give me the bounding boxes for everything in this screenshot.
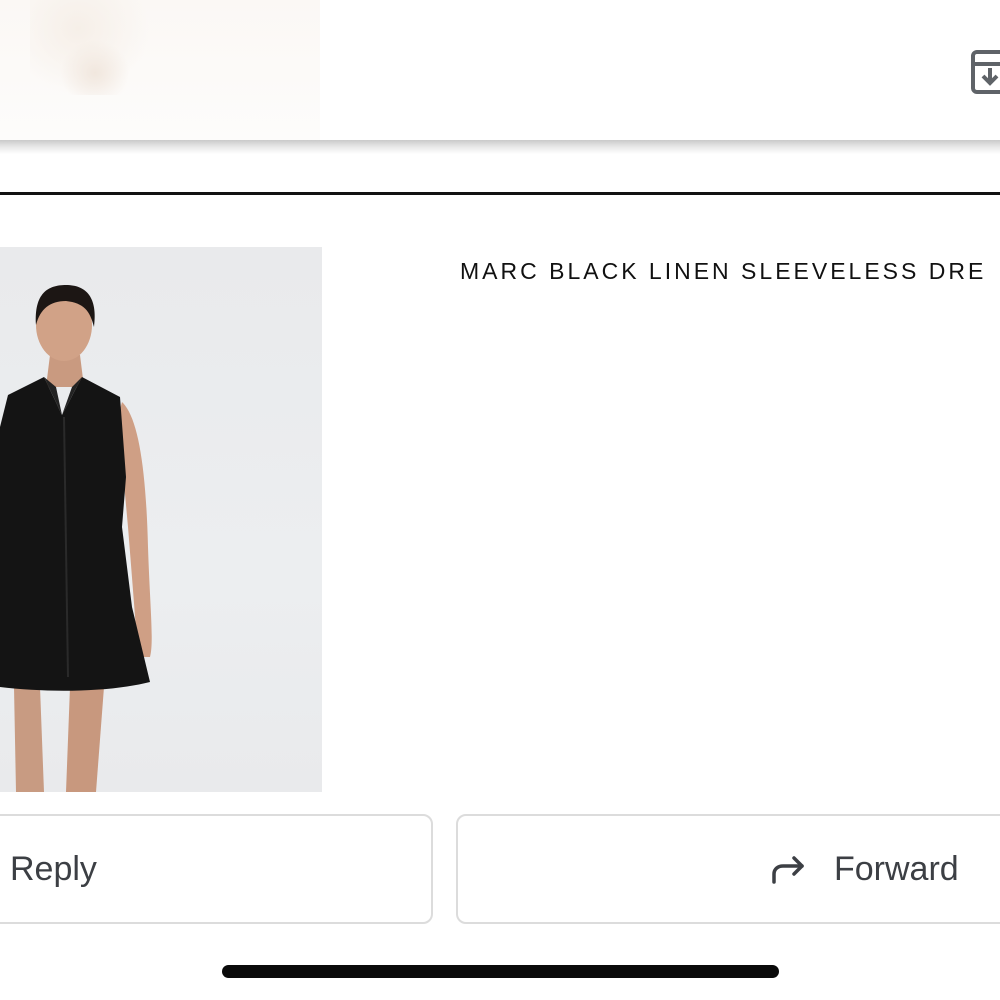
- email-header-area: [0, 0, 1000, 148]
- product-title[interactable]: MARC BLACK LINEN SLEEVELESS DRE: [460, 258, 986, 285]
- reply-button[interactable]: Reply: [0, 814, 433, 924]
- forward-label: Forward: [834, 849, 959, 888]
- section-divider: [0, 192, 1000, 195]
- archive-download-icon[interactable]: [970, 46, 1000, 96]
- reply-label: Reply: [10, 849, 97, 888]
- previous-product-image: [0, 0, 320, 140]
- forward-arrow-icon: [770, 854, 808, 886]
- forward-button[interactable]: Forward: [456, 814, 1000, 924]
- home-indicator[interactable]: [222, 965, 779, 978]
- product-photo[interactable]: [0, 247, 322, 792]
- toolbar-shadow: [0, 140, 1000, 154]
